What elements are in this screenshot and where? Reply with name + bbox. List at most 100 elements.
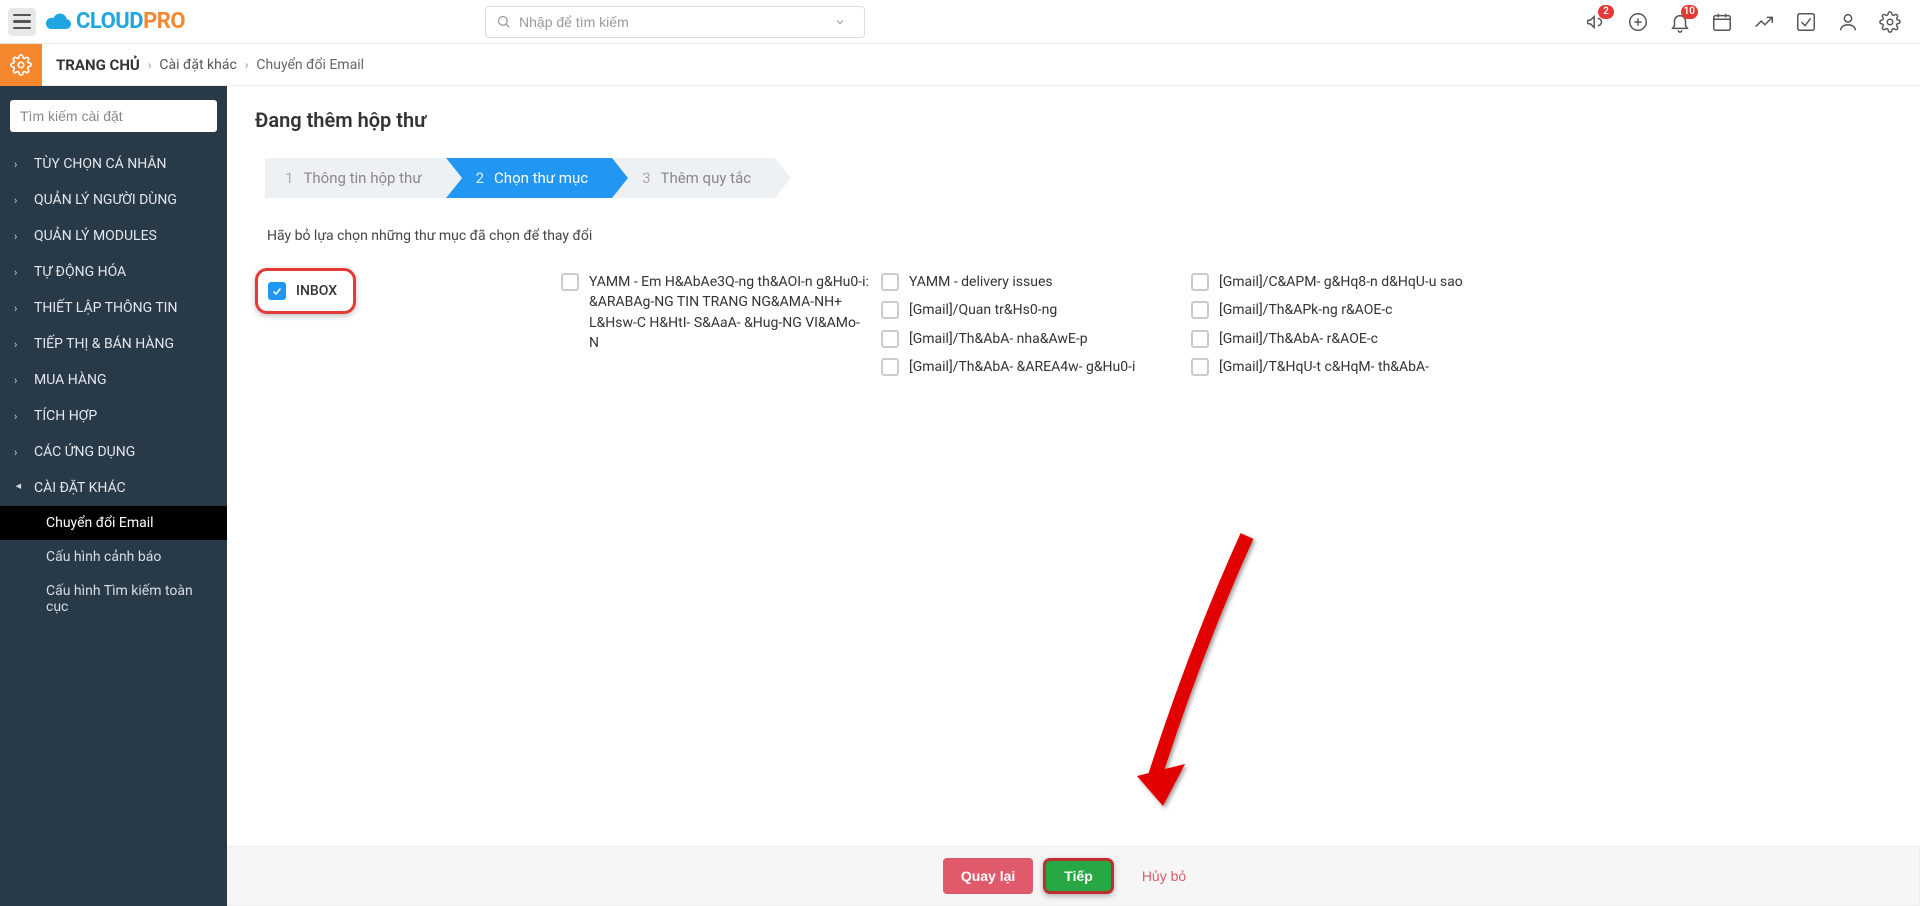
folder-item[interactable]: [Gmail]/Th&APk-ng r&AOE-c [1185,296,1505,324]
folder-grid: INBOX YAMM - Em H&AbAe3Q-ng th&AOI-n g&H… [255,268,1892,381]
sidebar-subitem[interactable]: Cấu hình Tìm kiếm toàn cục [0,574,227,624]
action-bar: Quay lại Tiếp Hủy bỏ [227,846,1920,906]
checkbox[interactable] [1191,358,1209,376]
checkbox[interactable] [1191,301,1209,319]
folder-label: [Gmail]/Th&APk-ng r&AOE-c [1219,300,1393,320]
gear-icon[interactable] [1878,10,1902,34]
sidebar-item-label: QUẢN LÝ MODULES [34,228,157,244]
chevron-right-icon: › [14,302,24,315]
wizard-step[interactable]: 2Chọn thư mục [446,158,612,198]
checkbox[interactable] [561,273,579,291]
page-title: Đang thêm hộp thư [255,108,1892,132]
cloud-icon [44,10,74,34]
sidebar-item[interactable]: ›QUẢN LÝ NGƯỜI DÙNG [0,182,227,218]
sidebar-item[interactable]: › TỰ ĐỘNG HÓA [0,254,227,290]
sidebar-item-label: TÍCH HỢP [34,408,97,424]
breadcrumb-level1[interactable]: Cài đặt khác [159,57,236,73]
chevron-down-icon: ▾ [13,483,26,493]
megaphone-badge: 2 [1598,5,1614,19]
folder-item[interactable]: YAMM - Em H&AbAe3Q-ng th&AOI-n g&Hu0-i: … [555,268,875,357]
settings-gear-button[interactable] [0,44,42,86]
step-number: 3 [642,169,650,187]
folder-item[interactable]: [Gmail]/Quan tr&Hs0-ng [875,296,1185,324]
folder-label: INBOX [296,281,337,301]
sidebar-item-label: THIẾT LẬP THÔNG TIN [34,300,177,316]
folder-item[interactable]: [Gmail]/T&HqU-t c&HqM- th&AbA- [1185,353,1505,381]
sidebar-item[interactable]: ›TÙY CHỌN CÁ NHÂN [0,146,227,182]
sidebar-item[interactable]: › TÍCH HỢP [0,398,227,434]
chevron-right-icon: › [14,374,24,387]
checkbox[interactable] [1191,273,1209,291]
sidebar-item-label: TỰ ĐỘNG HÓA [34,264,126,280]
folder-item[interactable]: [Gmail]/Th&AbA- r&AOE-c [1185,325,1505,353]
top-header: CLOUDPRO 2 10 [0,0,1920,44]
logo-text-1: CLOUD [76,9,143,34]
chevron-right-icon: › [14,266,24,279]
global-search[interactable] [485,6,865,38]
header-icon-bar: 2 10 [1584,10,1912,34]
checkbox[interactable] [1191,330,1209,348]
step-label: Thông tin hộp thư [303,169,421,187]
folder-item[interactable]: [Gmail]/Th&AbA- &AREA4w- g&Hu0-i [875,353,1185,381]
sidebar-item[interactable]: › THIẾT LẬP THÔNG TIN [0,290,227,326]
search-icon [496,14,511,29]
megaphone-icon[interactable]: 2 [1584,10,1608,34]
chevron-right-icon: › [14,410,24,423]
step-number: 2 [476,169,484,187]
breadcrumb: TRANG CHỦ › Cài đặt khác › Chuyển đổi Em… [56,56,364,74]
settings-sidebar: ›TÙY CHỌN CÁ NHÂN›QUẢN LÝ NGƯỜI DÙNG›QUẢ… [0,86,227,906]
sidebar-item-label: TÙY CHỌN CÁ NHÂN [34,156,166,172]
sidebar-item-label: CÁC ỨNG DỤNG [34,444,135,460]
folder-label: YAMM - delivery issues [909,272,1053,292]
breadcrumb-level2: Chuyển đổi Email [256,57,364,73]
chevron-right-icon: › [14,230,24,243]
sidebar-item[interactable]: › TIẾP THỊ & BÁN HÀNG [0,326,227,362]
check-icon[interactable] [1794,10,1818,34]
step-number: 1 [285,169,293,187]
sidebar-item[interactable]: › QUẢN LÝ MODULES [0,218,227,254]
next-button[interactable]: Tiếp [1043,858,1114,894]
bell-badge: 10 [1681,5,1698,19]
chevron-right-icon: › [14,338,24,351]
wizard-step[interactable]: 3Thêm quy tắc [612,158,775,198]
chevron-right-icon: › [148,58,152,72]
folder-label: [Gmail]/T&HqU-t c&HqM- th&AbA- [1219,357,1429,377]
chart-icon[interactable] [1752,10,1776,34]
sidebar-item[interactable]: ›CÁC ỨNG DỤNG [0,434,227,470]
checkbox[interactable] [268,282,286,300]
user-icon[interactable] [1836,10,1860,34]
calendar-icon[interactable] [1710,10,1734,34]
sidebar-search [10,100,217,132]
sidebar-item-label: TIẾP THỊ & BÁN HÀNG [34,336,174,352]
checkbox[interactable] [881,358,899,376]
cancel-button[interactable]: Hủy bỏ [1124,858,1204,894]
global-search-input[interactable] [519,14,834,30]
chevron-down-icon [834,16,846,28]
add-icon[interactable] [1626,10,1650,34]
folder-item[interactable]: [Gmail]/Th&AbA- nha&AwE-p [875,325,1185,353]
sidebar-subitem[interactable]: Cấu hình cảnh báo [0,540,227,574]
checkbox[interactable] [881,330,899,348]
sidebar-item[interactable]: ›MUA HÀNG [0,362,227,398]
checkbox[interactable] [881,273,899,291]
breadcrumb-home[interactable]: TRANG CHỦ [56,56,140,74]
checkbox[interactable] [881,301,899,319]
folder-label: [Gmail]/Th&AbA- nha&AwE-p [909,329,1088,349]
folder-item[interactable]: INBOX [268,281,337,301]
bell-icon[interactable]: 10 [1668,10,1692,34]
app-logo[interactable]: CLOUDPRO [44,9,185,34]
wizard-step[interactable]: 1 Thông tin hộp thư [265,158,446,198]
folder-item[interactable]: [Gmail]/C&APM- g&Hq8-n d&HqU-u sao [1185,268,1505,296]
content-area: Đang thêm hộp thư 1 Thông tin hộp thư 2Chọ… [227,86,1920,906]
folder-label: [Gmail]/Th&AbA- &AREA4w- g&Hu0-i [909,357,1135,377]
sidebar-item[interactable]: ▾CÀI ĐẶT KHÁC [0,470,227,506]
folder-label: [Gmail]/Quan tr&Hs0-ng [909,300,1057,320]
back-button[interactable]: Quay lại [943,858,1033,894]
folder-label: YAMM - Em H&AbAe3Q-ng th&AOI-n g&Hu0-i: … [589,272,869,353]
inbox-highlight: INBOX [255,268,356,314]
menu-toggle-button[interactable] [8,8,36,36]
sidebar-search-input[interactable] [10,100,217,132]
instruction-text: Hãy bỏ lựa chọn những thư mục đã chọn để… [267,228,1892,244]
folder-item[interactable]: YAMM - delivery issues [875,268,1185,296]
sidebar-subitem[interactable]: Chuyển đổi Email [0,506,227,540]
